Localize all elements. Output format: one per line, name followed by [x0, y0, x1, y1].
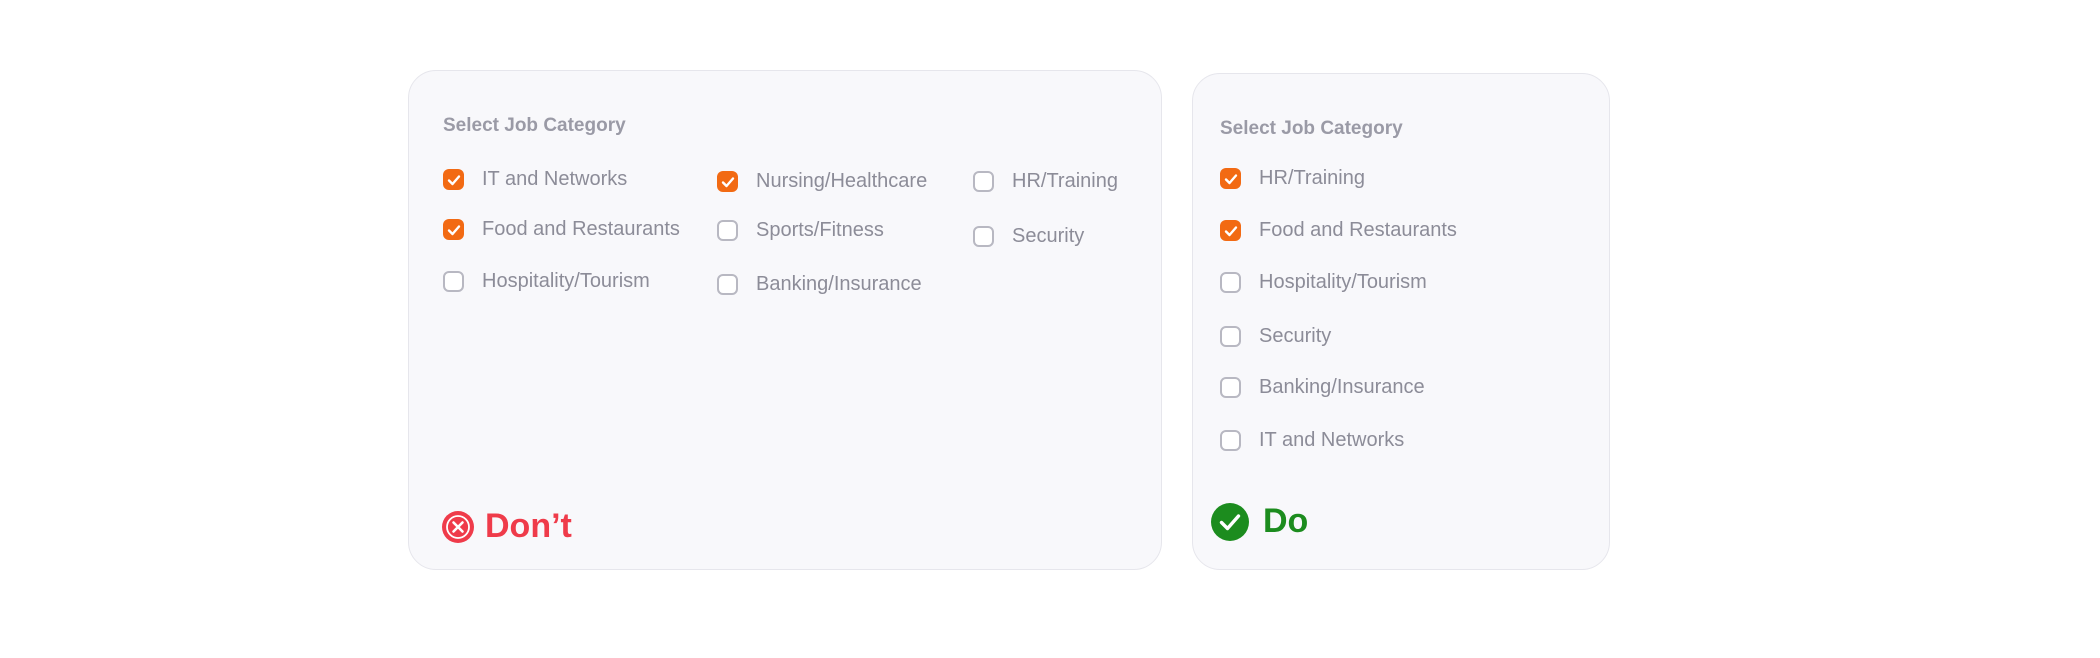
- option-hospitality-tourism[interactable]: Hospitality/Tourism: [1220, 271, 1427, 294]
- checkbox[interactable]: [1220, 220, 1241, 241]
- do-verdict: Do: [1211, 502, 1308, 541]
- checkmark-icon: [447, 224, 460, 235]
- option-sports-fitness[interactable]: Sports/Fitness: [717, 219, 884, 242]
- option-label: HR/Training: [1259, 167, 1365, 189]
- option-hr-training[interactable]: HR/Training: [973, 170, 1118, 193]
- option-label: Sports/Fitness: [756, 219, 884, 241]
- option-label: HR/Training: [1012, 170, 1118, 192]
- option-label: Hospitality/Tourism: [1259, 271, 1427, 293]
- checkbox[interactable]: [717, 171, 738, 192]
- checkbox[interactable]: [1220, 326, 1241, 347]
- option-label: Security: [1259, 325, 1332, 347]
- checkbox[interactable]: [1220, 272, 1241, 293]
- option-label: IT and Networks: [1259, 429, 1405, 451]
- option-label: Nursing/Healthcare: [756, 170, 928, 192]
- checkbox[interactable]: [973, 171, 994, 192]
- card-title: Select Job Category: [443, 115, 626, 136]
- option-hr-training[interactable]: HR/Training: [1220, 167, 1365, 190]
- checkbox[interactable]: [717, 274, 738, 295]
- option-label: Food and Restaurants: [1259, 219, 1457, 241]
- option-food-restaurants[interactable]: Food and Restaurants: [1220, 219, 1457, 242]
- option-banking-insurance[interactable]: Banking/Insurance: [717, 273, 922, 296]
- option-label: Security: [1012, 225, 1085, 247]
- option-label: Banking/Insurance: [1259, 376, 1425, 398]
- x-circle-icon: [442, 510, 474, 543]
- option-label: Hospitality/Tourism: [482, 270, 650, 292]
- option-hospitality-tourism[interactable]: Hospitality/Tourism: [443, 270, 650, 293]
- option-nursing-healthcare[interactable]: Nursing/Healthcare: [717, 170, 927, 193]
- checkbox[interactable]: [443, 219, 464, 240]
- option-banking-insurance[interactable]: Banking/Insurance: [1220, 376, 1425, 399]
- option-label: Banking/Insurance: [756, 273, 922, 295]
- do-example-card: Select Job Category HR/Training Food and…: [1192, 73, 1610, 570]
- do-label: Do: [1263, 502, 1309, 540]
- option-food-restaurants[interactable]: Food and Restaurants: [443, 218, 680, 241]
- checkbox[interactable]: [717, 220, 738, 241]
- checkbox[interactable]: [1220, 377, 1241, 398]
- dont-example-card: Select Job Category IT and Networks Food…: [408, 70, 1162, 570]
- checkbox[interactable]: [443, 271, 464, 292]
- dont-label: Don’t: [485, 507, 572, 545]
- checkbox[interactable]: [973, 226, 994, 247]
- comparison-stage: Select Job Category IT and Networks Food…: [0, 0, 2100, 658]
- checkbox[interactable]: [443, 169, 464, 190]
- checkbox[interactable]: [1220, 168, 1241, 189]
- option-security[interactable]: Security: [1220, 325, 1331, 348]
- check-circle-icon: [1211, 502, 1249, 541]
- option-it-networks[interactable]: IT and Networks: [443, 168, 627, 191]
- option-label: IT and Networks: [482, 168, 628, 190]
- checkmark-icon: [1224, 225, 1237, 236]
- checkmark-icon: [1224, 173, 1237, 184]
- option-security[interactable]: Security: [973, 225, 1084, 248]
- dont-verdict: Don’t: [441, 507, 572, 546]
- option-it-networks[interactable]: IT and Networks: [1220, 429, 1404, 452]
- checkmark-icon: [447, 174, 460, 185]
- checkmark-icon: [721, 176, 734, 187]
- option-label: Food and Restaurants: [482, 218, 680, 240]
- card-title: Select Job Category: [1220, 118, 1403, 139]
- checkbox[interactable]: [1220, 430, 1241, 451]
